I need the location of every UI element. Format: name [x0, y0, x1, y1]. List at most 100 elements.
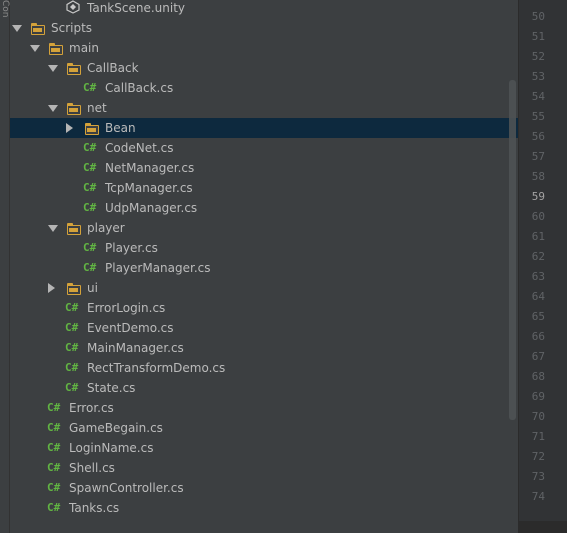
- csharp-file-icon: C#: [47, 501, 61, 514]
- csharp-file-icon: C#: [83, 181, 97, 194]
- csharp-file-icon: C#: [47, 441, 61, 454]
- line-number: 62: [531, 250, 545, 263]
- tree-folder-row[interactable]: Bean: [10, 118, 518, 138]
- csharp-file-icon: C#: [83, 261, 97, 274]
- line-number: 50: [531, 10, 545, 23]
- line-number: 51: [531, 30, 545, 43]
- line-number: 60: [531, 210, 545, 223]
- project-tool-window-strip[interactable]: Con: [0, 0, 10, 533]
- gutter-footer: [519, 521, 567, 533]
- line-number: 64: [531, 290, 545, 303]
- tree-file-row[interactable]: C# EventDemo.cs: [10, 318, 518, 338]
- csharp-file-icon: C#: [83, 81, 97, 94]
- tree-file-row[interactable]: C# MainManager.cs: [10, 338, 518, 358]
- tree-file-row[interactable]: C# Tanks.cs: [10, 498, 518, 518]
- line-number: 67: [531, 350, 545, 363]
- side-tab-label[interactable]: Con: [0, 0, 10, 30]
- tree-file-row[interactable]: C# UdpManager.cs: [10, 198, 518, 218]
- csharp-file-icon: C#: [65, 301, 79, 314]
- project-tree[interactable]: TankScene.unity Scripts main CallBack C# Call…: [10, 0, 518, 533]
- tree-file-row[interactable]: C# NetManager.cs: [10, 158, 518, 178]
- tree-item-label: net: [87, 101, 107, 115]
- tree-file-row[interactable]: C# GameBegain.cs: [10, 418, 518, 438]
- tree-file-row[interactable]: C# RectTransformDemo.cs: [10, 358, 518, 378]
- line-number: 69: [531, 390, 545, 403]
- collapsed-arrow-icon[interactable]: [66, 123, 73, 133]
- line-number: 66: [531, 330, 545, 343]
- tree-item-label: RectTransformDemo.cs: [87, 361, 226, 375]
- tree-folder-row[interactable]: Scripts: [10, 18, 518, 38]
- csharp-file-icon: C#: [83, 201, 97, 214]
- tree-file-row[interactable]: C# SpawnController.cs: [10, 478, 518, 498]
- unity-scene-icon: [66, 0, 80, 14]
- csharp-file-icon: C#: [83, 161, 97, 174]
- expanded-arrow-icon[interactable]: [12, 25, 22, 32]
- tree-item-label: EventDemo.cs: [87, 321, 174, 335]
- folder-icon: [31, 23, 45, 35]
- expanded-arrow-icon[interactable]: [48, 105, 58, 112]
- tree-folder-row[interactable]: CallBack: [10, 58, 518, 78]
- tree-file-row[interactable]: C# CallBack.cs: [10, 78, 518, 98]
- csharp-file-icon: C#: [47, 481, 61, 494]
- tree-scrollbar-thumb[interactable]: [509, 80, 516, 420]
- tree-item-label: Bean: [105, 121, 136, 135]
- line-number: 70: [531, 410, 545, 423]
- line-number: 53: [531, 70, 545, 83]
- tree-item-label: main: [69, 41, 99, 55]
- tree-folder-row[interactable]: player: [10, 218, 518, 238]
- line-number: 73: [531, 470, 545, 483]
- tree-item-label: CallBack: [87, 61, 139, 75]
- line-number: 57: [531, 150, 545, 163]
- tree-file-row[interactable]: C# ErrorLogin.cs: [10, 298, 518, 318]
- collapsed-arrow-icon[interactable]: [48, 283, 55, 293]
- tree-file-row[interactable]: C# PlayerManager.cs: [10, 258, 518, 278]
- tree-item-label: CodeNet.cs: [105, 141, 174, 155]
- tree-item-label: TankScene.unity: [87, 1, 186, 15]
- line-number: 65: [531, 310, 545, 323]
- expanded-arrow-icon[interactable]: [30, 45, 40, 52]
- tree-item-label: SpawnController.cs: [69, 481, 184, 495]
- tree-scrollbar[interactable]: [509, 0, 518, 533]
- line-number: 56: [531, 130, 545, 143]
- csharp-file-icon: C#: [65, 381, 79, 394]
- expanded-arrow-icon[interactable]: [48, 65, 58, 72]
- tree-item-label: State.cs: [87, 381, 136, 395]
- csharp-file-icon: C#: [83, 141, 97, 154]
- tree-file-row[interactable]: C# Player.cs: [10, 238, 518, 258]
- tree-item-label: PlayerManager.cs: [105, 261, 211, 275]
- tree-item-label: UdpManager.cs: [105, 201, 198, 215]
- csharp-file-icon: C#: [65, 321, 79, 334]
- tree-item-label: Scripts: [51, 21, 93, 35]
- current-line-number: 59: [531, 190, 545, 203]
- tree-folder-row[interactable]: net: [10, 98, 518, 118]
- tree-file-row[interactable]: C# CodeNet.cs: [10, 138, 518, 158]
- line-number-gutter: 50 51 52 53 54 55 56 57 58 59 60 61 62 63 64 65 66 67 68 69…: [519, 0, 567, 521]
- tree-item-label: ui: [87, 281, 98, 295]
- csharp-file-icon: C#: [47, 421, 61, 434]
- tree-folder-row[interactable]: ui: [10, 278, 518, 298]
- tree-file-row[interactable]: C# Error.cs: [10, 398, 518, 418]
- tree-item-label: TcpManager.cs: [105, 181, 193, 195]
- tree-item-label: ErrorLogin.cs: [87, 301, 166, 315]
- line-number: 55: [531, 110, 545, 123]
- line-number: 74: [531, 490, 545, 503]
- line-number: 52: [531, 50, 545, 63]
- tree-file-row[interactable]: C# Shell.cs: [10, 458, 518, 478]
- tree-item-label: GameBegain.cs: [69, 421, 163, 435]
- tree-item-label: LoginName.cs: [69, 441, 154, 455]
- line-number: 58: [531, 170, 545, 183]
- tree-item-label: CallBack.cs: [105, 81, 174, 95]
- folder-icon: [67, 63, 81, 75]
- folder-icon: [67, 283, 81, 295]
- line-number: 72: [531, 450, 545, 463]
- expanded-arrow-icon[interactable]: [48, 225, 58, 232]
- tree-file-row[interactable]: C# State.cs: [10, 378, 518, 398]
- tree-item-label: MainManager.cs: [87, 341, 184, 355]
- tree-file-row[interactable]: C# LoginName.cs: [10, 438, 518, 458]
- tree-file-row[interactable]: TankScene.unity: [10, 0, 518, 18]
- tree-file-row[interactable]: C# TcpManager.cs: [10, 178, 518, 198]
- tree-folder-row[interactable]: main: [10, 38, 518, 58]
- line-number: 54: [531, 90, 545, 103]
- tree-item-label: Error.cs: [69, 401, 114, 415]
- tree-item-label: player: [87, 221, 125, 235]
